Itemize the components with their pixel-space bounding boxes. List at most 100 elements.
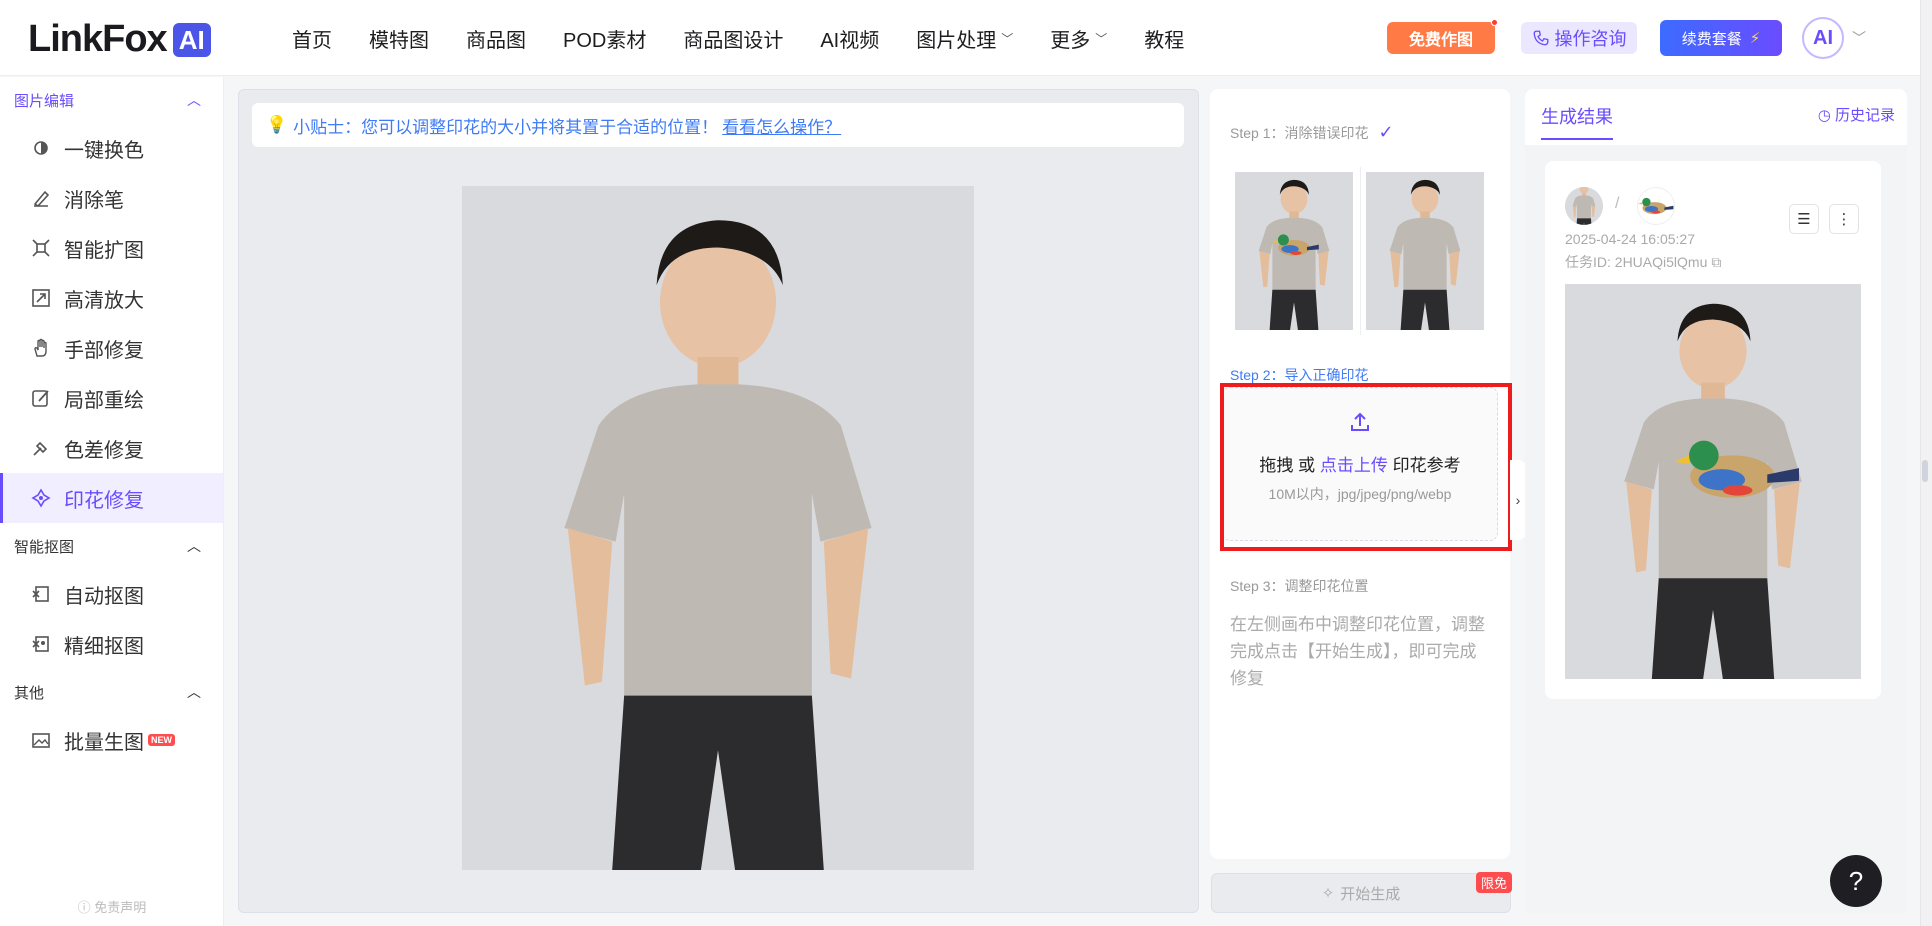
- section-title: 其他: [14, 684, 45, 702]
- user-avatar[interactable]: AI: [1802, 17, 1844, 59]
- nav-product-design[interactable]: 商品图设计: [683, 24, 783, 53]
- nav-ai-video[interactable]: AI视频: [820, 24, 879, 53]
- print-thumbnail[interactable]: [1637, 187, 1675, 225]
- nav-image-processing[interactable]: 图片处理 ﹀: [916, 24, 1013, 53]
- thumbnail-original[interactable]: [1235, 172, 1353, 330]
- auto-cutout-icon: [30, 583, 52, 605]
- brand-ai-badge: AI: [172, 22, 211, 57]
- collapse-panel-toggle[interactable]: ›: [1510, 460, 1526, 540]
- sidebar-item-auto-cutout[interactable]: 自动抠图: [0, 569, 223, 619]
- top-navigation-bar: LinkFox AI 首页 模特图 商品图 POD素材 商品图设计 AI视频 图…: [0, 0, 1920, 76]
- notification-dot: [1491, 19, 1498, 26]
- disclaimer-link[interactable]: ⓘ 免责声明: [0, 897, 224, 916]
- editing-canvas[interactable]: 💡 小贴士：您可以调整印花的大小并将其置于合适的位置！ 看看怎么操作？: [238, 89, 1199, 913]
- nav-home[interactable]: 首页: [292, 24, 332, 53]
- sidebar-item-print-fix[interactable]: 印花修复: [0, 473, 223, 523]
- color-fix-icon: [30, 437, 52, 459]
- step1-title: Step 1：消除错误印花 ✓: [1230, 122, 1394, 143]
- divider: [1360, 167, 1361, 335]
- tip-banner: 💡 小贴士：您可以调整印花的大小并将其置于合适的位置！ 看看怎么操作？: [252, 103, 1184, 147]
- sidebar-item-fine-cutout[interactable]: 精细抠图: [0, 619, 223, 669]
- consult-label: 操作咨询: [1554, 29, 1627, 49]
- thumbnail-erased[interactable]: [1366, 172, 1484, 330]
- sidebar-item-eraser[interactable]: 消除笔: [0, 173, 223, 223]
- chevron-down-icon: ﹀: [1001, 31, 1014, 46]
- sidebar-section-smart-cutout[interactable]: 智能抠图 ︿: [0, 523, 223, 569]
- tab-generate-result[interactable]: 生成结果: [1541, 103, 1613, 140]
- result-timestamp: 2025-04-24 16:05:27: [1565, 231, 1695, 247]
- chevron-up-icon: ︿: [187, 538, 201, 554]
- sidebar-item-local-repaint[interactable]: 局部重绘: [0, 373, 223, 423]
- sidebar: 图片编辑 ︿ 一键换色 消除笔 智能扩图 高清放大 手部修复 局部重绘 色差修复…: [0, 77, 224, 926]
- nav-pod-assets[interactable]: POD素材: [563, 24, 646, 53]
- eraser-pen-icon: [30, 187, 52, 209]
- settings-sliders-button[interactable]: ☰: [1789, 204, 1819, 234]
- chevron-right-icon: ›: [1515, 492, 1521, 508]
- consult-button[interactable]: 操作咨询: [1521, 22, 1637, 54]
- history-link[interactable]: ◷ 历史记录: [1818, 104, 1895, 125]
- step1-label: Step 1：消除错误印花: [1230, 125, 1369, 141]
- step2-title: Step 2：导入正确印花: [1230, 367, 1369, 383]
- section-title: 智能抠图: [14, 538, 75, 556]
- sidebar-item-batch-generate[interactable]: 批量生图 NEW: [0, 715, 223, 765]
- start-generate-button[interactable]: ✧ 开始生成 限免: [1211, 872, 1512, 913]
- sidebar-item-smart-expand[interactable]: 智能扩图: [0, 223, 223, 273]
- result-image[interactable]: [1565, 284, 1861, 679]
- color-swap-icon: [30, 137, 52, 159]
- sidebar-item-label: 手部修复: [64, 339, 144, 362]
- section-title: 图片编辑: [14, 92, 75, 110]
- checkmark-icon: ✓: [1378, 122, 1394, 142]
- sidebar-section-image-edit[interactable]: 图片编辑 ︿: [0, 77, 223, 123]
- step3-description: 在左侧画布中调整印花位置，调整完成点击【开始生成】，即可完成修复: [1230, 615, 1485, 688]
- main-nav: 首页 模特图 商品图 POD素材 商品图设计 AI视频 图片处理 ﹀ 更多 ﹀ 教程: [292, 0, 1221, 76]
- free-create-button[interactable]: 免费作图: [1387, 19, 1498, 54]
- brand-logo[interactable]: LinkFox AI: [28, 18, 211, 61]
- help-button[interactable]: ?: [1830, 855, 1882, 907]
- result-header: 生成结果 ◷ 历史记录: [1525, 89, 1907, 145]
- sidebar-item-label: 印花修复: [64, 489, 144, 512]
- renew-plan-label: 续费套餐: [1681, 30, 1742, 48]
- chevron-down-icon: ﹀: [1095, 31, 1108, 46]
- avatar-text: AI: [1813, 26, 1833, 49]
- sidebar-item-hd-upscale[interactable]: 高清放大: [0, 273, 223, 323]
- renew-plan-button[interactable]: 续费套餐 ⚡: [1660, 20, 1782, 56]
- scrollbar-thumb[interactable]: [1922, 460, 1928, 482]
- fine-cutout-icon: [30, 633, 52, 655]
- nav-tutorial[interactable]: 教程: [1144, 24, 1184, 53]
- disclaimer-label: 免责声明: [94, 900, 147, 915]
- sidebar-item-label: 高清放大: [64, 289, 144, 312]
- nav-image-processing-label: 图片处理: [916, 29, 997, 52]
- clock-icon: ◷: [1817, 107, 1835, 124]
- more-options-button[interactable]: ⋮: [1829, 204, 1859, 234]
- separator-slash: /: [1615, 195, 1620, 212]
- lightning-icon: ⚡: [1749, 30, 1761, 47]
- nav-more[interactable]: 更多 ﹀: [1050, 24, 1107, 53]
- copy-icon[interactable]: ⧉: [1711, 254, 1721, 270]
- sidebar-section-other[interactable]: 其他 ︿: [0, 669, 223, 715]
- expand-icon: [30, 237, 52, 259]
- nav-model-image[interactable]: 模特图: [369, 24, 429, 53]
- hand-icon: [30, 337, 52, 359]
- question-icon: ?: [1848, 865, 1864, 896]
- nav-more-label: 更多: [1050, 29, 1091, 52]
- sidebar-item-color-swap[interactable]: 一键换色: [0, 123, 223, 173]
- sidebar-item-label: 一键换色: [64, 139, 144, 162]
- chevron-up-icon: ︿: [187, 684, 201, 700]
- step3-title: Step 3：调整印花位置: [1230, 578, 1369, 594]
- sidebar-item-color-fix[interactable]: 色差修复: [0, 423, 223, 473]
- sidebar-item-label: 精细抠图: [64, 635, 144, 658]
- task-id-row: 任务ID: 2HUAQi5lQmu ⧉: [1565, 252, 1721, 272]
- sidebar-item-hand-repair[interactable]: 手部修复: [0, 323, 223, 373]
- new-badge: NEW: [148, 734, 175, 746]
- upscale-icon: [30, 287, 52, 309]
- phone-icon: [1533, 30, 1548, 46]
- generate-label: 开始生成: [1340, 885, 1401, 903]
- chevron-down-icon[interactable]: ﹀: [1852, 28, 1866, 48]
- nav-product-image[interactable]: 商品图: [466, 24, 526, 53]
- tip-howto-link[interactable]: 看看怎么操作？: [722, 113, 841, 138]
- canvas-model-photo[interactable]: [462, 186, 974, 870]
- task-id: 任务ID: 2HUAQi5lQmu: [1565, 254, 1708, 270]
- source-thumbnail[interactable]: [1565, 187, 1603, 225]
- info-icon: ⓘ: [77, 900, 95, 915]
- lightbulb-icon: 💡: [266, 115, 288, 134]
